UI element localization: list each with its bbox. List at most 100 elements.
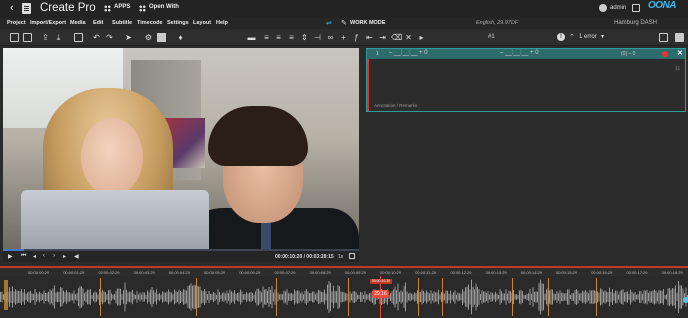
segment-marker[interactable] — [4, 280, 8, 310]
panel-layout-icon[interactable] — [659, 33, 668, 42]
waveform-bar — [297, 290, 298, 304]
subtitle-editor-panel[interactable]: 1 – __:__:__ + 0 – __:__:__ + 0 (0) – 0 … — [366, 48, 686, 112]
waveform-bar — [354, 291, 355, 303]
upload-icon[interactable]: ⇪ — [41, 33, 50, 42]
close-x-icon[interactable]: ✕ — [404, 33, 413, 42]
work-mode-label[interactable]: WORK MODE — [350, 20, 385, 26]
segment-boundary[interactable] — [348, 278, 349, 316]
menu-media[interactable]: Media — [70, 20, 86, 26]
waveform-bar — [546, 289, 547, 305]
waveform-bar — [628, 294, 630, 300]
align-left-icon[interactable]: ≡ — [262, 33, 271, 42]
close-icon[interactable]: ✕ — [677, 49, 683, 57]
marker-icon[interactable]: ▸ — [417, 33, 426, 42]
segment-boundary[interactable] — [418, 278, 419, 316]
link-icon[interactable]: ∞ — [326, 33, 335, 42]
step-back-icon[interactable]: ◂ — [33, 253, 36, 260]
back-icon[interactable]: ‹ — [10, 2, 14, 14]
logout-icon[interactable] — [632, 4, 640, 12]
waveform-bar — [280, 293, 282, 301]
waveform-bar — [124, 282, 126, 312]
segment-boundary[interactable] — [276, 278, 277, 316]
waveform-bar — [247, 293, 249, 301]
waveform-bar — [304, 290, 306, 304]
playback-speed[interactable]: 1x — [338, 254, 343, 260]
delete-icon[interactable]: ⌫ — [391, 33, 402, 42]
waveform-bar — [423, 290, 424, 304]
user-avatar-icon[interactable] — [599, 4, 607, 12]
segment-boundary[interactable] — [196, 278, 197, 316]
waveform-bar — [642, 293, 643, 301]
menu-project[interactable]: Project — [7, 20, 26, 26]
frame-back-icon[interactable]: ‹ — [43, 253, 45, 259]
in-time-field[interactable]: – __:__:__ + 0 — [389, 50, 428, 56]
waveform-bar — [225, 293, 226, 301]
out-time-field[interactable]: – __:__:__ + 0 — [500, 50, 539, 56]
merge-icon[interactable]: ⊣ — [313, 33, 322, 42]
segment-boundary[interactable] — [512, 278, 513, 316]
chevron-up-icon[interactable]: ⌃ — [569, 33, 575, 41]
info-icon[interactable]: ! — [557, 33, 565, 41]
menu-subtitle[interactable]: Subtitle — [112, 20, 132, 26]
caption-icon[interactable] — [157, 33, 166, 42]
video-woman-face — [81, 118, 143, 196]
waveform-bar — [558, 293, 559, 301]
waveform-bar — [111, 293, 112, 301]
play-icon[interactable]: ▶ — [8, 253, 13, 260]
waveform-bar — [472, 286, 474, 308]
segment-boundary[interactable] — [100, 278, 101, 316]
frame-forward-icon[interactable]: › — [53, 253, 55, 259]
error-count[interactable]: 1 error — [579, 34, 597, 40]
vertical-align-icon[interactable]: ⇕ — [300, 33, 309, 42]
user-name[interactable]: admin — [610, 5, 626, 11]
prev-subtitle-icon[interactable]: ⏮ — [21, 253, 26, 260]
waveform-bar — [285, 291, 286, 303]
menu-layout[interactable]: Layout — [193, 20, 211, 26]
waveform-bar — [427, 292, 429, 302]
menu-import-export[interactable]: Import/Export — [30, 20, 66, 26]
add-icon[interactable]: + — [339, 33, 348, 42]
apps-grid-icon[interactable] — [104, 5, 111, 12]
apps-button[interactable]: APPS — [114, 4, 130, 10]
open-folder-icon[interactable] — [10, 33, 19, 42]
open-with-button[interactable]: Open With — [149, 4, 179, 10]
open-with-grid-icon[interactable] — [139, 5, 146, 12]
volume-icon[interactable]: ◀ — [74, 253, 79, 260]
waveform-bar — [567, 289, 568, 305]
menu-timecode[interactable]: Timecode — [137, 20, 163, 26]
save-icon[interactable] — [23, 33, 32, 42]
video-frame[interactable] — [3, 48, 359, 249]
chevron-down-icon[interactable]: ▾ — [601, 33, 604, 40]
segment-boundary[interactable] — [596, 278, 597, 316]
fullscreen-icon[interactable] — [349, 253, 355, 259]
waveform-bar — [498, 294, 499, 300]
segment-boundary[interactable] — [442, 278, 443, 316]
menu-help[interactable]: Help — [216, 20, 228, 26]
insert-after-icon[interactable]: ⇥ — [378, 33, 387, 42]
send-icon[interactable]: ➤ — [124, 33, 133, 42]
waveform-bar — [61, 287, 63, 307]
fx-icon[interactable]: ƒ — [352, 33, 361, 42]
copy-icon[interactable] — [74, 33, 83, 42]
timeline-scroll-dot[interactable] — [683, 297, 688, 303]
waveform-bar — [367, 294, 369, 300]
undo-icon[interactable]: ↶ — [92, 33, 101, 42]
settings-icon[interactable]: ⚙ — [144, 33, 153, 42]
waveform-bar — [18, 291, 19, 303]
light-icon[interactable]: ♦ — [176, 33, 185, 42]
audio-waveform[interactable] — [0, 278, 688, 316]
download-icon[interactable]: ⤓ — [54, 33, 63, 42]
step-forward-icon[interactable]: ▸ — [63, 253, 66, 260]
segment-boundary[interactable] — [548, 278, 549, 316]
menu-edit[interactable]: Edit — [93, 20, 103, 26]
waveform-bar — [396, 290, 397, 304]
align-right-icon[interactable]: ≡ — [287, 33, 296, 42]
menu-settings[interactable]: Settings — [167, 20, 189, 26]
panel-toggle-icon[interactable] — [675, 33, 684, 42]
annotation-remarks[interactable]: Annotation / Remarks — [374, 103, 417, 108]
line-icon[interactable]: ▬ — [247, 33, 256, 42]
align-center-icon[interactable]: ≡ — [274, 33, 283, 42]
redo-icon[interactable]: ↷ — [105, 33, 114, 42]
sync-arrows-icon[interactable]: ⇌ — [326, 19, 332, 27]
insert-before-icon[interactable]: ⇤ — [365, 33, 374, 42]
